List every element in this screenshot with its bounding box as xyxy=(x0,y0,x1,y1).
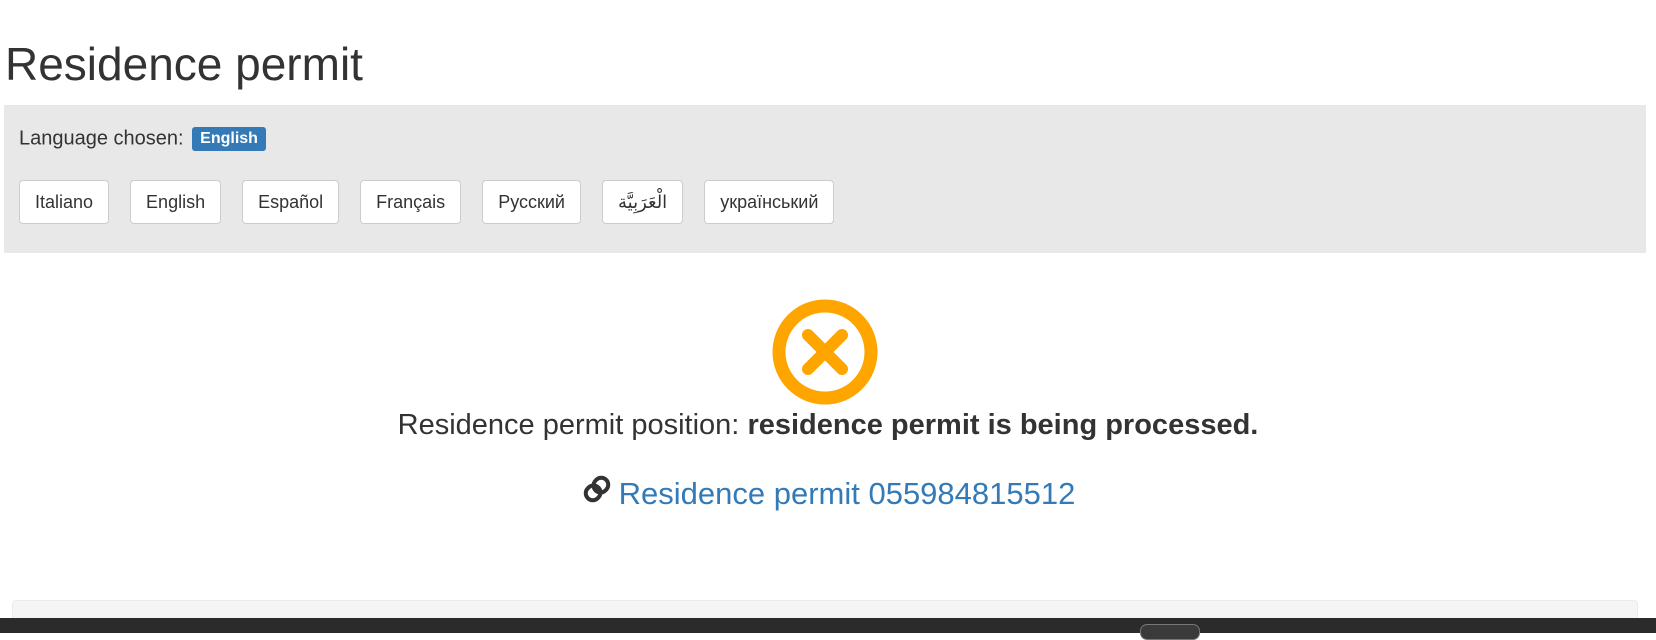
language-button-english[interactable]: English xyxy=(130,180,222,224)
language-button-arabic[interactable]: الْعَرَبِيَّة xyxy=(601,180,684,224)
language-button-ukrainian[interactable]: український xyxy=(704,180,835,224)
permit-link-row: Residence permit 055984815512 xyxy=(0,472,1656,516)
page-title: Residence permit xyxy=(5,38,363,90)
status-prefix: Residence permit position: xyxy=(397,409,740,441)
permit-link-label: Residence permit 055984815512 xyxy=(618,476,1076,511)
toggle-widget[interactable] xyxy=(1140,624,1200,640)
language-chosen: Language chosen: English xyxy=(19,124,266,153)
status-line: Residence permit position: residence per… xyxy=(0,405,1656,445)
language-button-francais[interactable]: Français xyxy=(360,180,462,224)
language-button-russian[interactable]: Русский xyxy=(482,180,581,224)
language-buttons: Italiano English Español Français Русски… xyxy=(19,180,835,224)
language-button-italiano[interactable]: Italiano xyxy=(19,180,110,224)
permit-link[interactable]: Residence permit 055984815512 xyxy=(581,475,1076,511)
x-circle-icon xyxy=(772,299,878,405)
language-chosen-label: Language chosen: xyxy=(19,127,184,150)
language-chosen-badge: English xyxy=(192,126,266,151)
language-panel: Language chosen: English Italiano Englis… xyxy=(4,105,1646,253)
language-button-espanol[interactable]: Español xyxy=(242,180,340,224)
link-icon xyxy=(581,472,613,506)
bottom-bar xyxy=(0,618,1656,640)
status-value: residence permit is being processed. xyxy=(747,409,1259,441)
